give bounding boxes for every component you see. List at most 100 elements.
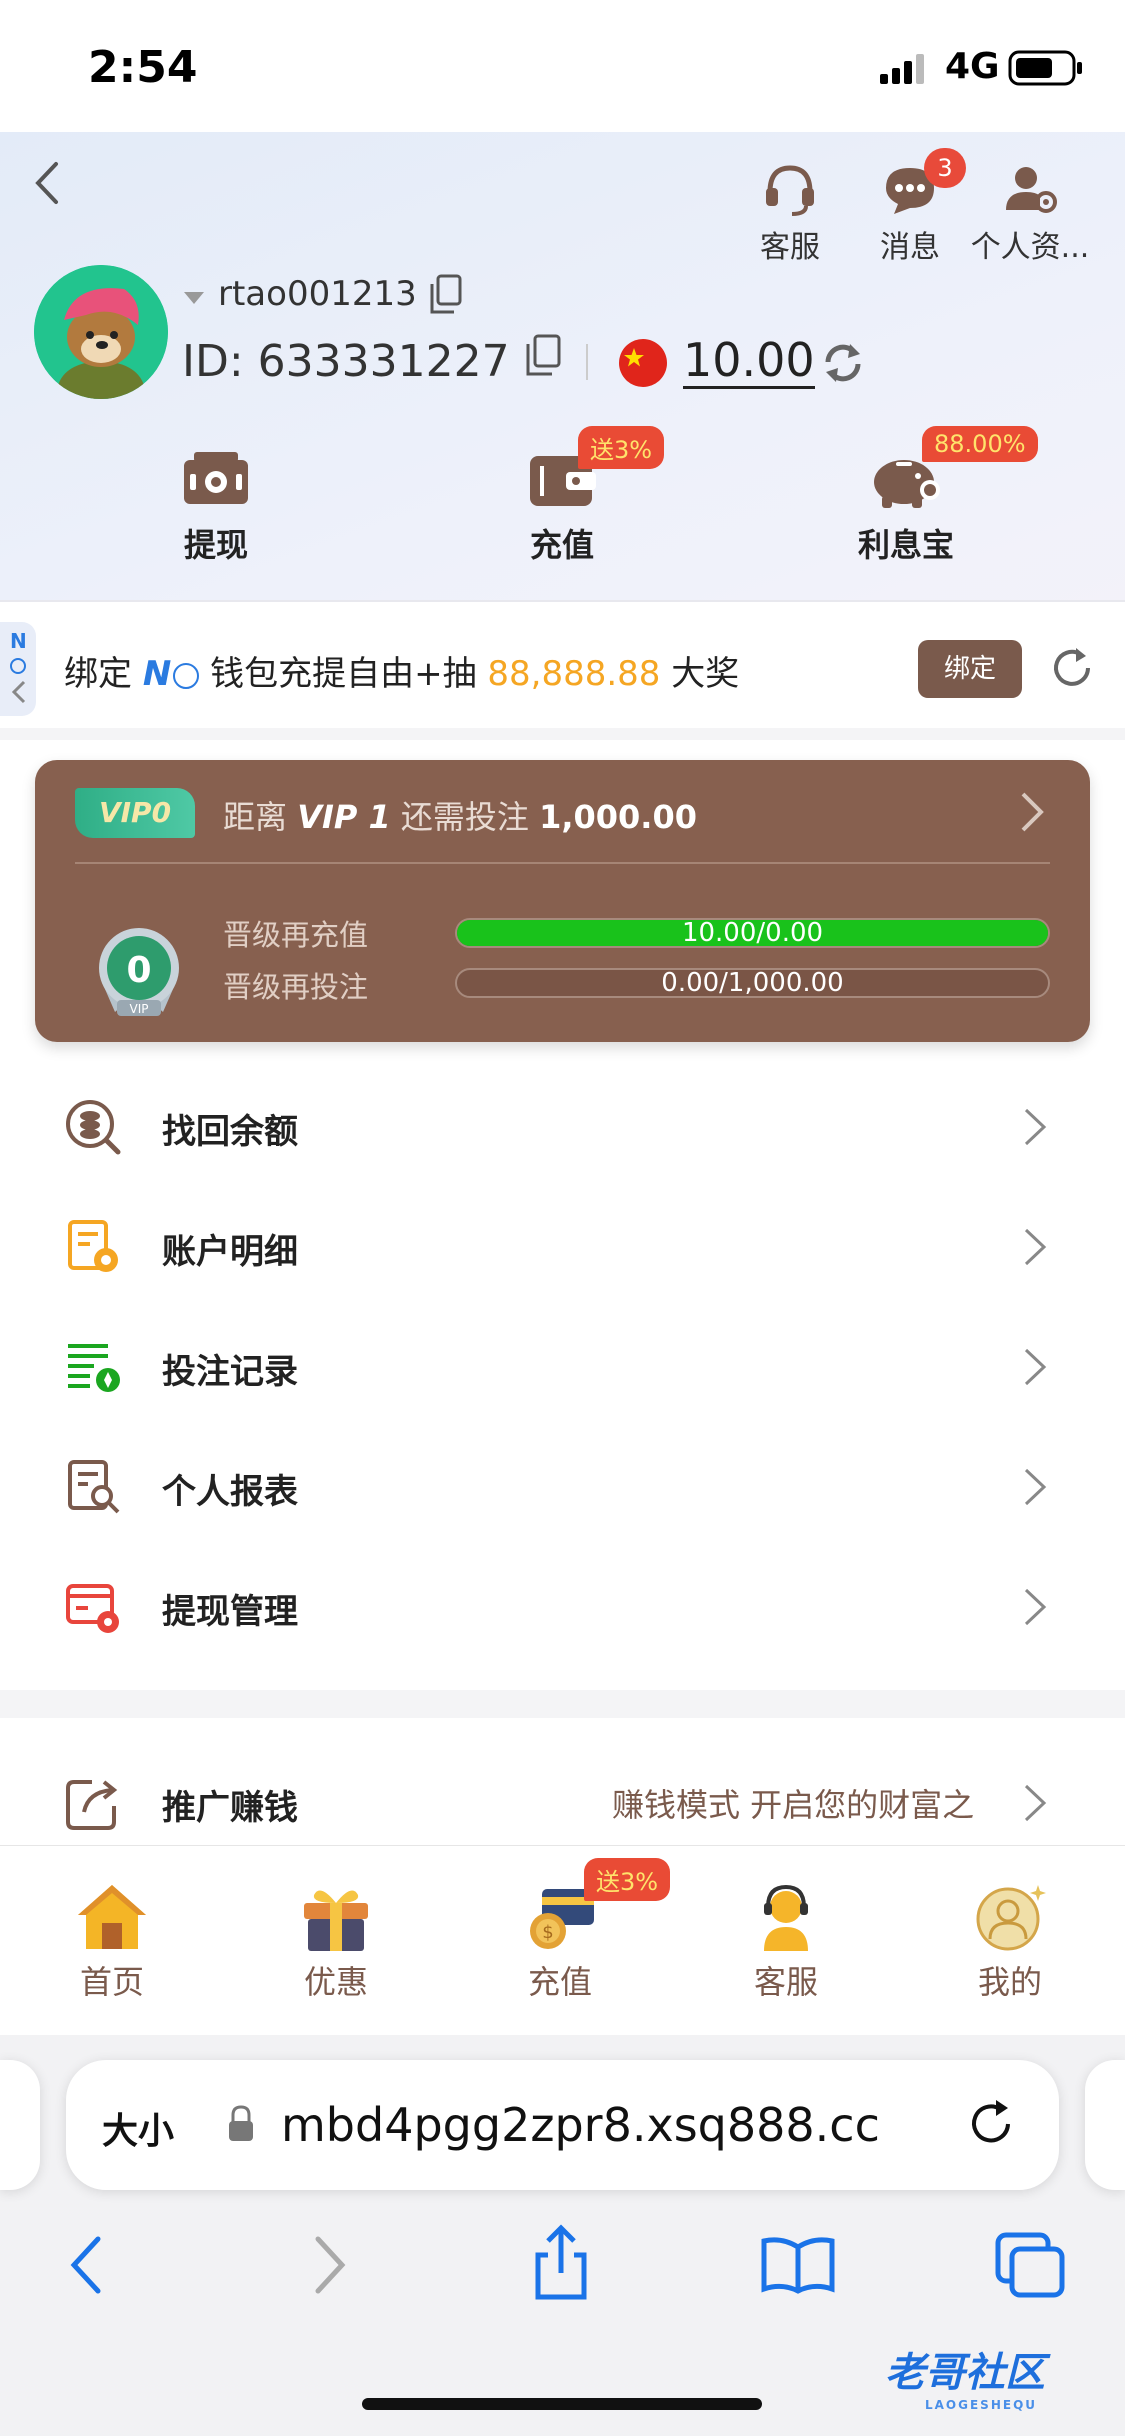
share-nav-icon[interactable] <box>528 2223 594 2303</box>
recharge-progress-value: 10.00/0.00 <box>681 918 824 948</box>
battery-icon <box>1008 50 1084 86</box>
bind-suffix: 大奖 <box>660 654 740 694</box>
menu-item-account-details[interactable]: 账户明细 <box>0 1186 1125 1306</box>
svg-text:N: N <box>10 629 27 653</box>
collapse-icon: N <box>10 629 27 704</box>
profile-settings-label: 个人资... <box>970 230 1090 265</box>
bind-prize-amount: 88,888.88 <box>487 654 661 694</box>
text-size-button[interactable]: 大小 <box>102 2102 174 2154</box>
next-tab-edge[interactable] <box>1085 2060 1125 2190</box>
nob-logo-icon <box>173 662 200 689</box>
customer-service-button[interactable]: 客服 <box>720 160 860 266</box>
reload-icon[interactable] <box>966 2098 1018 2150</box>
back-nav-icon[interactable] <box>66 2233 106 2297</box>
tab-deposit-bonus-tag: 送3% <box>584 1858 671 1901</box>
tab-label: 首页 <box>79 1963 144 2001</box>
vip-middle: 还需投注 <box>390 798 540 836</box>
deposit-label: 充值 <box>529 526 594 564</box>
copy-username-icon[interactable] <box>428 274 464 316</box>
chevron-right-icon <box>1022 1106 1048 1148</box>
lock-icon <box>226 2104 256 2144</box>
divider <box>75 862 1050 864</box>
headset-icon <box>766 165 814 216</box>
tab-mine[interactable]: 我的 <box>940 1881 1080 2003</box>
menu-label: 账户明细 <box>162 1232 298 1272</box>
profile-settings-button[interactable]: 个人资... <box>960 160 1100 266</box>
service-icon <box>764 1884 808 1951</box>
balance-amount: 10.00 <box>683 333 815 389</box>
messages-label: 消息 <box>880 230 940 265</box>
bookmarks-icon[interactable] <box>758 2235 838 2295</box>
vip-prefix: 距离 <box>223 798 298 836</box>
menu-label: 投注记录 <box>162 1352 298 1392</box>
bet-progress-label: 晋级再投注 <box>223 970 369 1004</box>
side-float-handle[interactable]: N <box>0 622 36 716</box>
gift-icon <box>304 1890 368 1951</box>
withdraw-label: 提现 <box>183 526 248 564</box>
bind-wallet-banner: N 绑定 N 钱包充提自由+抽 88,888.88 大奖 绑定 <box>0 600 1125 728</box>
bet-progress-bar: 0.00/1,000.00 <box>455 968 1050 998</box>
vip-medal-number: 0 <box>126 950 151 991</box>
china-flag-icon <box>618 338 668 388</box>
vip-medal-icon: 0 VIP <box>91 920 187 1020</box>
copy-id-icon[interactable] <box>524 334 562 378</box>
tabs-icon[interactable] <box>994 2231 1068 2301</box>
bind-button[interactable]: 绑定 <box>918 640 1022 698</box>
interest-treasure-button[interactable]: 利息宝 <box>816 450 996 566</box>
status-bar: 2:54 4G <box>0 0 1125 132</box>
tab-label: 优惠 <box>303 1963 368 2001</box>
forward-nav-icon[interactable] <box>310 2233 350 2297</box>
signal-icon <box>880 52 930 84</box>
withdraw-button[interactable]: 提现 <box>126 450 306 566</box>
tab-label: 客服 <box>753 1963 818 2001</box>
promo-marquee-text: 赚钱模式 开启您的财富之 <box>612 1786 975 1824</box>
chevron-right-icon <box>1022 1346 1048 1388</box>
menu-item-bet-records[interactable]: 投注记录 <box>0 1306 1125 1426</box>
recover-balance-icon <box>64 1098 122 1156</box>
tab-home[interactable]: 首页 <box>42 1881 182 2003</box>
user-settings-icon <box>1006 167 1057 213</box>
username-dropdown-icon[interactable] <box>182 290 206 306</box>
back-icon[interactable] <box>30 158 64 208</box>
menu-label: 提现管理 <box>162 1592 298 1632</box>
menu-item-personal-report[interactable]: 个人报表 <box>0 1426 1125 1546</box>
chevron-right-icon <box>1022 1466 1048 1508</box>
status-time: 2:54 <box>88 42 198 93</box>
svg-text:$: $ <box>542 1922 553 1943</box>
prev-tab-edge[interactable] <box>0 2060 40 2190</box>
refresh-balance-icon[interactable] <box>820 340 866 386</box>
menu-item-recover-balance[interactable]: 找回余额 <box>0 1066 1125 1186</box>
menu-item-withdraw-management[interactable]: 提现管理 <box>0 1546 1125 1666</box>
menu-item-promotion[interactable]: 推广赚钱 赚钱模式 开启您的财富之 <box>0 1742 1125 1862</box>
url-text[interactable]: mbd4pgg2zpr8.xsq888.cc <box>281 2098 1001 2152</box>
withdraw-manage-icon <box>64 1578 122 1636</box>
messages-button[interactable]: 消息 3 <box>840 148 980 266</box>
chevron-right-icon <box>1022 1782 1048 1824</box>
vip-next-level: VIP 1 <box>297 798 391 836</box>
bet-record-icon <box>64 1338 122 1396</box>
vip-progress-card[interactable]: VIP0 距离 VIP 1 还需投注 1,000.00 0 VIP 晋级再充值 1… <box>35 760 1090 1042</box>
chevron-right-icon <box>1022 1586 1048 1628</box>
tab-customer-service[interactable]: 客服 <box>716 1881 856 2003</box>
home-indicator <box>362 2398 762 2410</box>
withdraw-icon <box>184 452 248 504</box>
share-icon <box>64 1774 122 1832</box>
tab-label: 充值 <box>527 1963 592 2001</box>
avatar[interactable] <box>34 265 168 399</box>
bind-prefix: 绑定 <box>64 654 143 694</box>
bind-middle: 钱包充提自由+抽 <box>199 654 488 694</box>
refresh-icon[interactable] <box>1050 646 1096 692</box>
user-id: ID: 633331227 <box>182 336 510 387</box>
recharge-progress-bar: 10.00/0.00 <box>455 918 1050 948</box>
menu-label: 找回余额 <box>162 1112 298 1152</box>
bind-banner-text: 绑定 N 钱包充提自由+抽 88,888.88 大奖 <box>64 646 739 695</box>
watermark-text: 老哥社区 <box>885 2350 1045 2396</box>
nob-logo: N <box>142 654 172 694</box>
address-bar[interactable]: 大小 mbd4pgg2zpr8.xsq888.cc <box>66 2060 1059 2190</box>
chevron-right-icon[interactable] <box>1017 790 1047 834</box>
vip-next-level-text: 距离 VIP 1 还需投注 1,000.00 <box>223 792 697 838</box>
watermark-subtext: LAOGESHEQU <box>925 2398 1038 2412</box>
tab-promotions[interactable]: 优惠 <box>266 1881 406 2003</box>
vip-required-amount: 1,000.00 <box>539 798 697 836</box>
deposit-bonus-tag: 送3% <box>578 426 665 469</box>
